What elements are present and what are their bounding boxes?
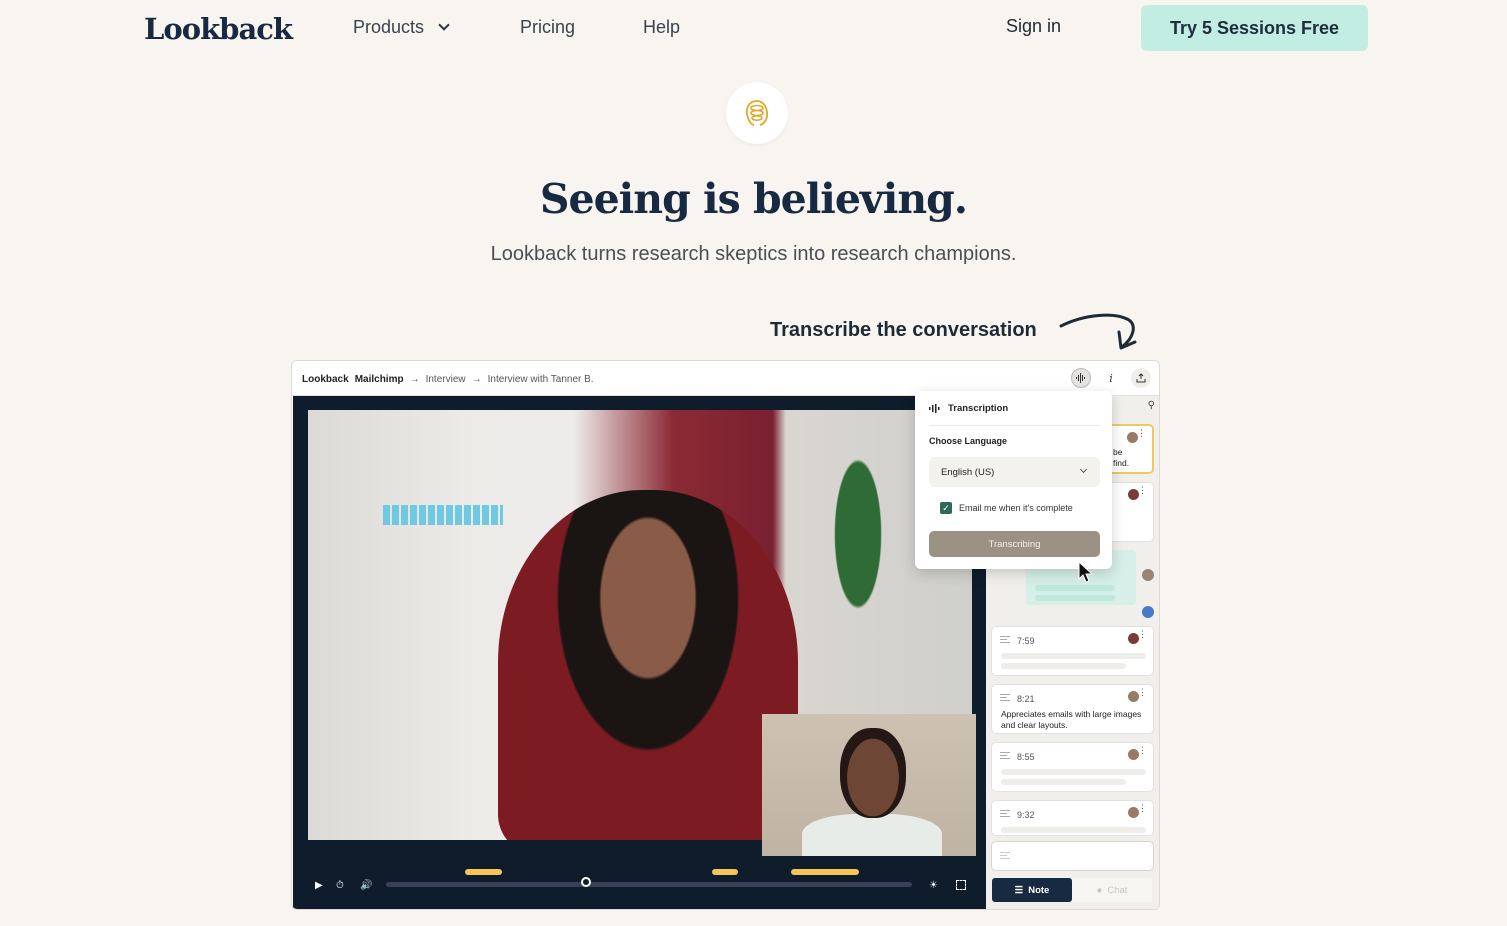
more-icon[interactable]: ⋮ bbox=[1138, 486, 1147, 495]
nav-products-label: Products bbox=[353, 17, 425, 37]
skeleton-line bbox=[1001, 769, 1146, 775]
note-icon bbox=[1000, 752, 1010, 761]
tab-chat-label: Chat bbox=[1107, 884, 1128, 896]
skeleton-line bbox=[1035, 585, 1115, 591]
transcription-popover: Transcription Choose Language English (U… bbox=[915, 391, 1112, 569]
language-label: Choose Language bbox=[929, 436, 1008, 446]
try-free-button[interactable]: Try 5 Sessions Free bbox=[1141, 5, 1368, 51]
hero-badge bbox=[726, 82, 788, 144]
chevron-down-icon bbox=[438, 19, 450, 31]
tab-note-label: Note bbox=[1028, 884, 1050, 896]
nav-pricing[interactable]: Pricing bbox=[520, 17, 575, 38]
playhead-handle[interactable] bbox=[580, 877, 591, 887]
note-timestamp: 7:59 bbox=[1017, 636, 1035, 646]
note-card[interactable]: 7:59 ⋮ bbox=[991, 626, 1154, 676]
breadcrumb-session: Interview with Tanner B. bbox=[487, 374, 594, 385]
feature-callout: Transcribe the conversation bbox=[770, 319, 1037, 341]
note-timestamp: 8:21 bbox=[1017, 694, 1035, 704]
note-icon bbox=[1000, 636, 1010, 645]
filter-icon[interactable]: ⚲ bbox=[1148, 400, 1155, 411]
note-text: Appreciates emails with large images and… bbox=[1001, 709, 1142, 730]
nav-help[interactable]: Help bbox=[643, 17, 680, 38]
language-value: English (US) bbox=[941, 466, 995, 478]
brightness-icon[interactable]: ☀ bbox=[929, 880, 938, 891]
more-icon[interactable]: ⋮ bbox=[1137, 429, 1146, 438]
waveform-icon bbox=[929, 404, 940, 413]
product-screenshot: Lookback Mailchimp → Interview → Intervi… bbox=[291, 360, 1160, 910]
breadcrumb-project[interactable]: Mailchimp bbox=[355, 374, 404, 385]
timer-icon[interactable]: ⏱ bbox=[336, 880, 344, 891]
skeleton-line bbox=[1035, 595, 1115, 601]
avatar bbox=[1142, 569, 1154, 581]
participant-shirt bbox=[802, 814, 942, 856]
skeleton-line bbox=[1001, 779, 1126, 785]
note-card[interactable]: 8:55 ⋮ bbox=[991, 742, 1154, 792]
participant-face bbox=[840, 728, 906, 818]
tab-chat[interactable]: ● Chat bbox=[1072, 878, 1152, 902]
timeline-highlight[interactable] bbox=[712, 869, 739, 875]
divider bbox=[929, 425, 1100, 426]
interviewer-figure bbox=[498, 490, 798, 840]
note-input[interactable] bbox=[991, 841, 1154, 871]
player-controls: ▶ ⏱ 🔊 ☀ bbox=[293, 866, 986, 909]
curved-arrow-icon bbox=[1059, 313, 1137, 350]
more-icon[interactable]: ⋮ bbox=[1138, 804, 1147, 813]
note-card[interactable]: 8:21 ⋮ Appreciates emails with large ima… bbox=[991, 684, 1154, 734]
breadcrumb: Lookback Mailchimp → Interview → Intervi… bbox=[302, 374, 594, 385]
volume-icon[interactable]: 🔊 bbox=[360, 880, 372, 891]
email-checkbox-label: Email me when it's complete bbox=[959, 503, 1073, 513]
timeline-highlight[interactable] bbox=[464, 869, 502, 875]
info-icon[interactable]: i bbox=[1101, 368, 1121, 388]
breadcrumb-section[interactable]: Interview bbox=[426, 374, 466, 385]
more-icon[interactable]: ⋮ bbox=[1138, 630, 1147, 639]
note-icon: ☰ bbox=[1014, 884, 1024, 896]
chat-icon: ● bbox=[1096, 884, 1103, 896]
transcribing-button[interactable]: Transcribing bbox=[929, 531, 1100, 557]
top-nav: Lookback Products Pricing Help Sign in T… bbox=[0, 0, 1507, 56]
skeleton-line bbox=[1001, 663, 1126, 669]
popover-header: Transcription bbox=[929, 403, 1008, 414]
more-icon[interactable]: ⋮ bbox=[1138, 688, 1147, 697]
plant bbox=[818, 450, 898, 660]
note-icon bbox=[1000, 694, 1010, 703]
skeleton-line bbox=[1001, 827, 1146, 833]
progress-track[interactable] bbox=[386, 882, 912, 887]
share-icon[interactable] bbox=[1131, 368, 1151, 388]
more-icon[interactable]: ⋮ bbox=[1138, 746, 1147, 755]
hero-subtitle: Lookback turns research skeptics into re… bbox=[490, 243, 1017, 265]
waveform-icon[interactable] bbox=[1071, 368, 1091, 388]
note-timestamp: 9:32 bbox=[1017, 810, 1035, 820]
skeleton-line bbox=[1001, 653, 1146, 659]
breadcrumb-sep: → bbox=[409, 374, 420, 385]
nav-products[interactable]: Products bbox=[353, 17, 450, 38]
video-player[interactable]: ▶ ⏱ 🔊 ☀ bbox=[293, 396, 986, 909]
avatar bbox=[1142, 606, 1154, 618]
note-card[interactable]: 9:32 ⋮ bbox=[991, 800, 1154, 836]
participant-video-feed bbox=[762, 714, 976, 856]
sign-in-link[interactable]: Sign in bbox=[1006, 16, 1061, 37]
popover-title: Transcription bbox=[948, 403, 1009, 414]
note-timestamp: 8:55 bbox=[1017, 752, 1035, 762]
fullscreen-icon[interactable] bbox=[956, 880, 966, 890]
chevron-down-icon bbox=[1079, 465, 1088, 474]
toolbar-icons: i bbox=[1071, 368, 1151, 388]
sticky-notes bbox=[383, 505, 503, 525]
breadcrumb-brand[interactable]: Lookback bbox=[302, 374, 349, 385]
timeline-highlight[interactable] bbox=[791, 869, 860, 875]
email-checkbox[interactable]: ✓ bbox=[940, 502, 952, 514]
cursor-icon bbox=[1078, 561, 1094, 583]
logo[interactable]: Lookback bbox=[144, 12, 293, 46]
language-select[interactable]: English (US) bbox=[929, 457, 1100, 487]
breadcrumb-sep: → bbox=[471, 374, 482, 385]
note-text-partial: be find. bbox=[1113, 447, 1130, 468]
play-icon[interactable]: ▶ bbox=[315, 880, 323, 891]
hero-title: Seeing is believing. bbox=[539, 175, 968, 223]
note-icon bbox=[1000, 810, 1010, 819]
note-icon bbox=[1000, 852, 1010, 861]
spiral-icon bbox=[745, 100, 769, 126]
tab-note[interactable]: ☰ Note bbox=[992, 878, 1072, 902]
